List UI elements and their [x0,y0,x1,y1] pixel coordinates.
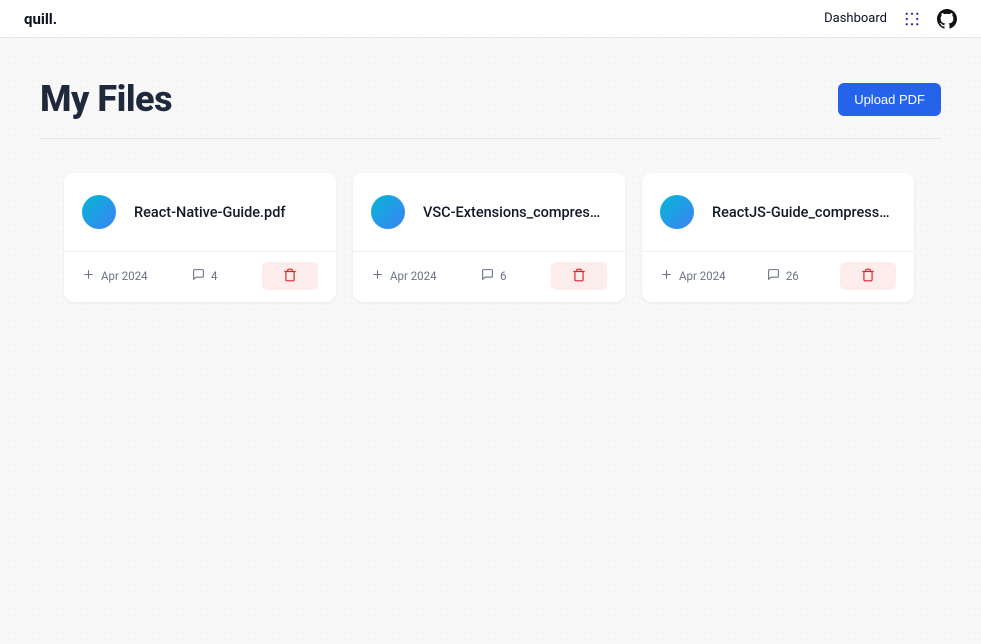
message-icon [192,268,205,284]
message-icon [767,268,780,284]
file-card-top: React-Native-Guide.pdf [64,173,336,251]
page-title: My Files [40,78,172,120]
plus-icon [371,268,384,284]
trash-icon [861,268,875,285]
github-icon[interactable] [937,9,957,29]
file-card-top: ReactJS-Guide_compresse... [642,173,914,251]
file-card[interactable]: VSC-Extensions_compress... Apr 2024 6 [353,173,625,302]
file-avatar [371,195,405,229]
plus-icon [82,268,95,284]
app-grid-icon[interactable] [903,10,921,28]
plus-icon [660,268,673,284]
file-date-text: Apr 2024 [679,269,726,283]
file-name: React-Native-Guide.pdf [134,204,286,221]
delete-button[interactable] [840,262,896,290]
file-messages: 4 [192,268,217,284]
file-message-count: 26 [786,269,799,283]
brand-logo[interactable]: quill. [24,10,57,28]
file-date: Apr 2024 [82,268,148,284]
file-card[interactable]: React-Native-Guide.pdf Apr 2024 4 [64,173,336,302]
main-content: My Files Upload PDF React-Native-Guide.p… [0,38,981,322]
file-name: VSC-Extensions_compress... [423,204,607,221]
file-card-bottom: Apr 2024 6 [353,252,625,302]
delete-button[interactable] [551,262,607,290]
file-card-bottom: Apr 2024 4 [64,252,336,302]
file-avatar [660,195,694,229]
file-cards: React-Native-Guide.pdf Apr 2024 4 [40,173,941,302]
file-name: ReactJS-Guide_compresse... [712,204,896,221]
message-icon [481,268,494,284]
file-message-count: 4 [211,269,217,283]
file-messages: 6 [481,268,506,284]
app-header: quill. Dashboard [0,0,981,38]
file-messages: 26 [767,268,799,284]
file-date-text: Apr 2024 [101,269,148,283]
upload-pdf-button[interactable]: Upload PDF [838,83,941,116]
header-right: Dashboard [824,9,957,29]
file-avatar [82,195,116,229]
title-row: My Files Upload PDF [40,78,941,139]
file-date-text: Apr 2024 [390,269,437,283]
file-message-count: 6 [500,269,506,283]
file-card[interactable]: ReactJS-Guide_compresse... Apr 2024 26 [642,173,914,302]
file-card-top: VSC-Extensions_compress... [353,173,625,251]
delete-button[interactable] [262,262,318,290]
file-date: Apr 2024 [371,268,437,284]
dashboard-link[interactable]: Dashboard [824,11,887,26]
file-card-bottom: Apr 2024 26 [642,252,914,302]
trash-icon [572,268,586,285]
file-date: Apr 2024 [660,268,726,284]
trash-icon [283,268,297,285]
